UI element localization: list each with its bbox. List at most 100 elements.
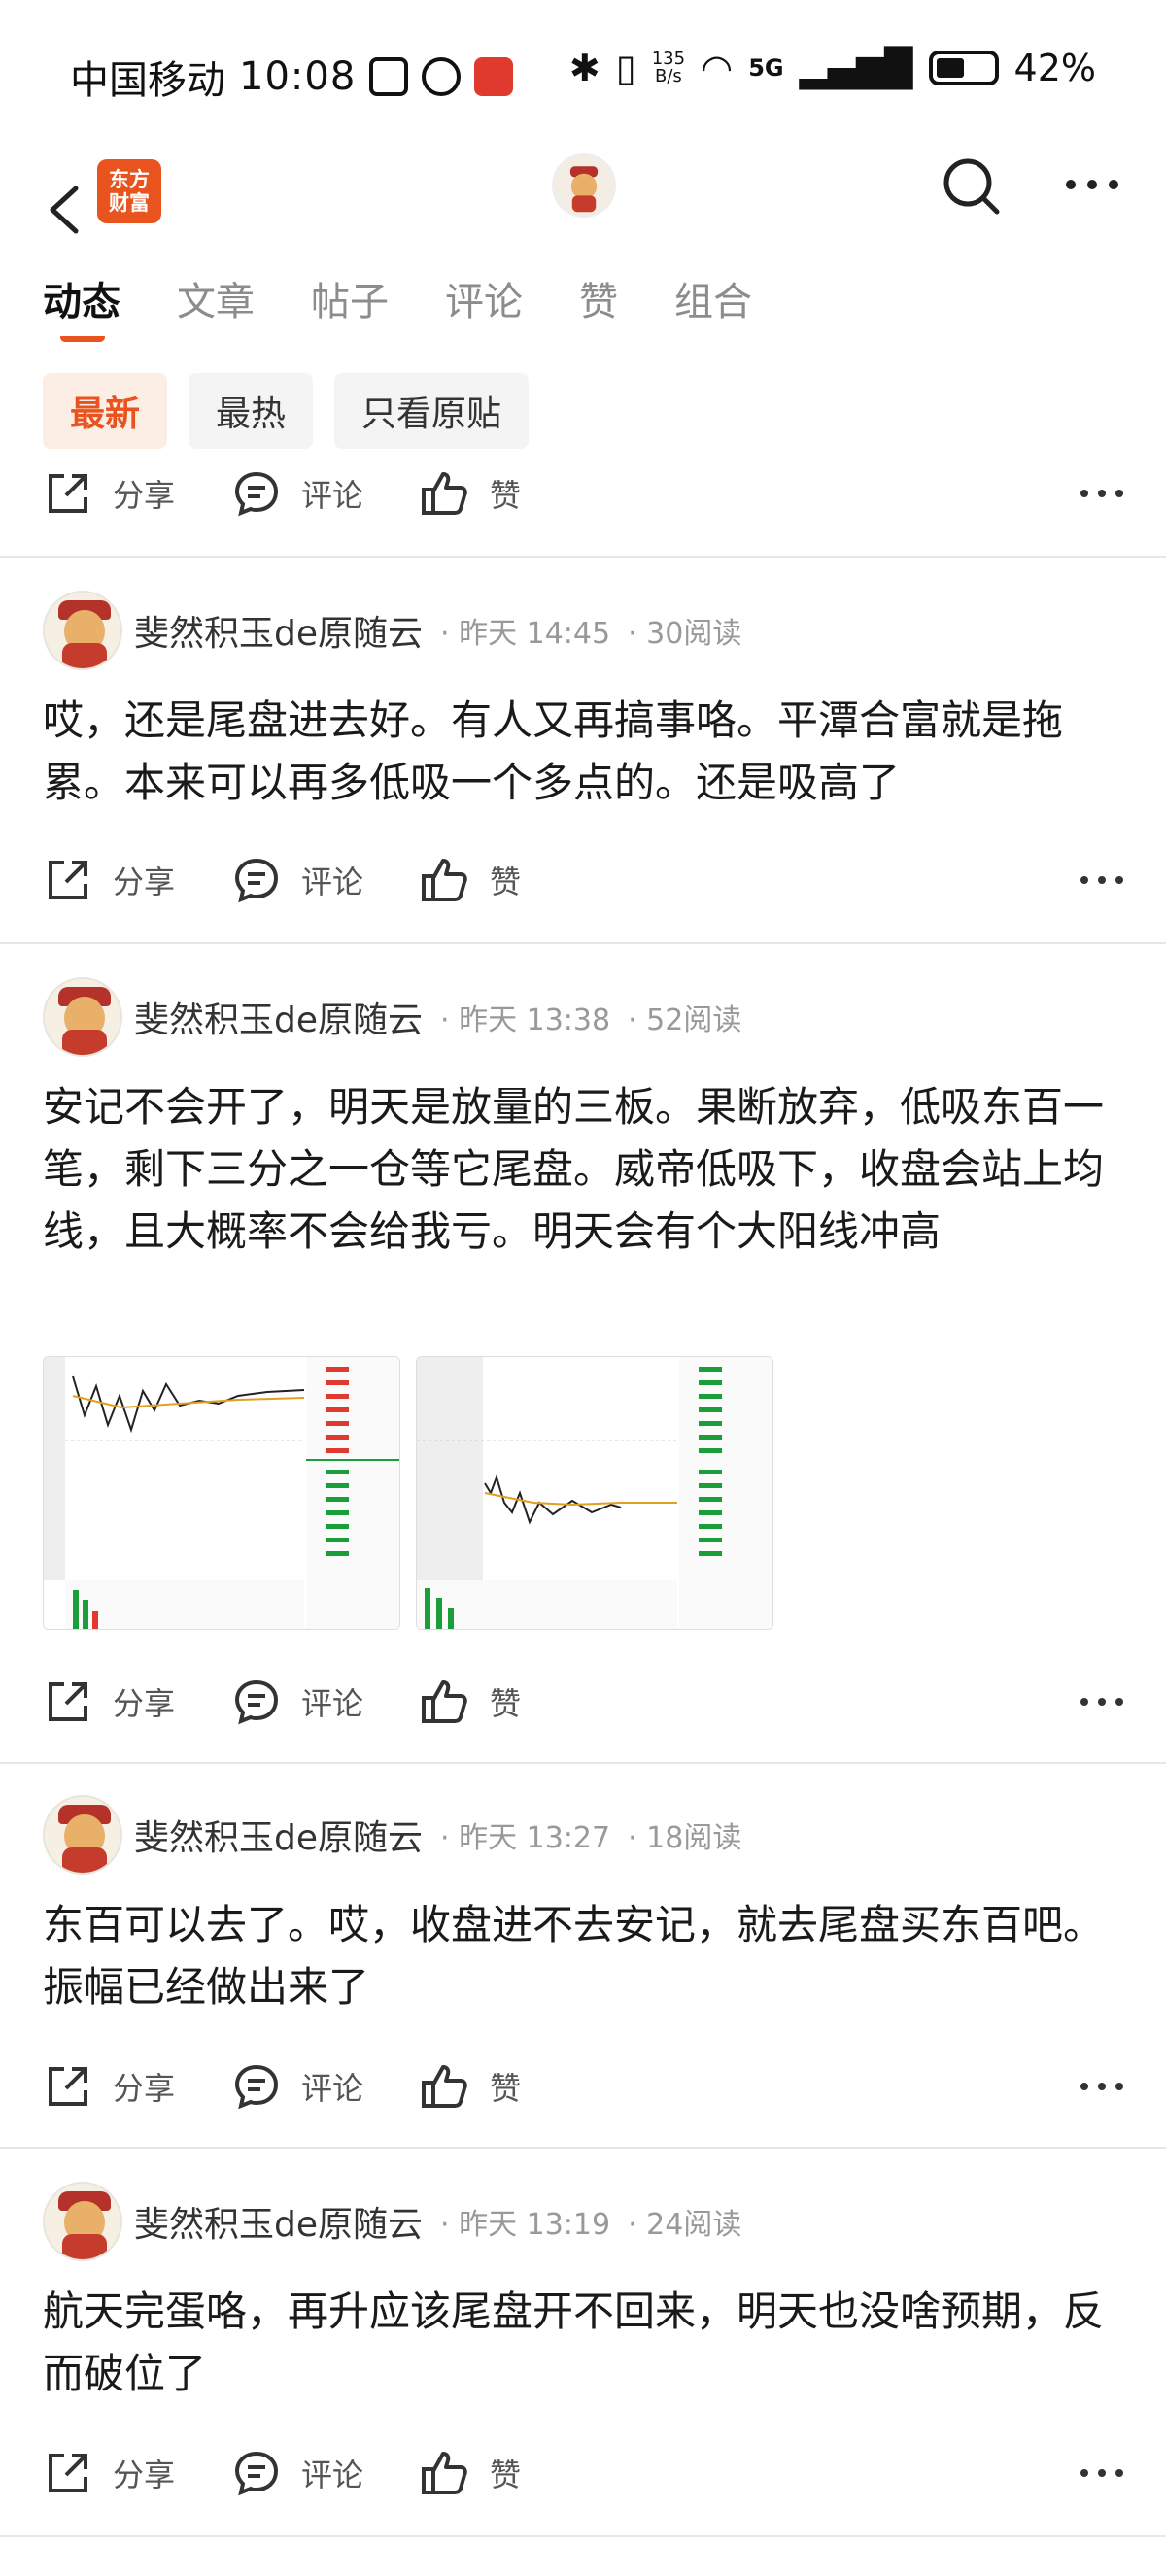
stock-chart-thumbnail[interactable] [43,1356,400,1630]
thumbs-up-icon [422,1680,467,1723]
active-tab-indicator [60,332,105,342]
post-content[interactable]: 安记不会开了，明天是放量的三板。果断放弃，低吸东百一笔，剩下三分之一仓等它尾盘。… [43,1076,1123,1263]
share-button[interactable]: 分享 [43,468,175,519]
tab-articles[interactable]: 文章 [177,270,255,326]
back-icon[interactable] [43,183,91,237]
post-time: · 昨天 13:19 [440,2208,611,2242]
author-avatar[interactable] [43,1795,122,1875]
filter-original-only[interactable]: 只看原贴 [334,373,530,449]
tab-comments[interactable]: 评论 [445,270,523,326]
battery-level: 42% [1013,47,1096,89]
comment-button[interactable]: 评论 [231,2448,363,2498]
app-header: 东方 财富 [0,146,1166,272]
tab-bar: 动态 文章 帖子 评论 赞 组合 [43,270,752,326]
vibrate-icon: ▯ [615,47,636,89]
wifi-icon: ◠ [701,47,734,89]
share-icon [49,2067,87,2106]
like-button[interactable]: 赞 [420,2448,521,2498]
comment-icon [235,858,279,903]
tab-activity[interactable]: 动态 [43,270,120,326]
post-meta: 斐然积玉de原随云 · 昨天 13:19 · 24阅读 [43,2180,741,2263]
post-meta: 斐然积玉de原随云 · 昨天 13:27 · 18阅读 [43,1793,741,1877]
post-meta: 斐然积玉de原随云 · 昨天 14:45 · 30阅读 [43,589,741,672]
post-more-icon[interactable] [1080,2083,1123,2090]
post-action-bar: 分享 评论 赞 [43,851,1123,909]
post-more-icon[interactable] [1080,1698,1123,1706]
post-time: · 昨天 13:27 [440,1821,611,1855]
comment-button[interactable]: 评论 [231,468,363,519]
tab-posts[interactable]: 帖子 [311,270,389,326]
post-action-bar: 分享 评论 赞 [43,1673,1123,1731]
divider [0,2147,1166,2149]
post-action-bar: 分享 评论 赞 [43,2057,1123,2116]
post-time: · 昨天 14:45 [440,617,611,651]
network-type: 5G [748,54,784,82]
author-avatar[interactable] [43,2182,122,2261]
post-time: · 昨天 13:38 [440,1003,611,1037]
post-more-icon[interactable] [1080,876,1123,884]
tab-likes[interactable]: 赞 [579,270,618,326]
like-button[interactable]: 赞 [420,2061,521,2112]
author-avatar[interactable] [43,591,122,670]
share-button[interactable]: 分享 [43,2061,175,2112]
clock: 10:08 [239,54,357,99]
comment-icon [235,471,279,517]
signal-icon: ▂▄▆█ [799,47,913,89]
app-notification-icon [474,57,514,96]
share-button[interactable]: 分享 [43,1677,175,1727]
post-content[interactable]: 航天完蛋咯，再升应该尾盘开不回来，明天也没啥预期，反而破位了 [43,2281,1123,2405]
filter-hottest[interactable]: 最热 [189,373,314,449]
author-name[interactable]: 斐然积玉de原随云 [134,992,423,1042]
share-icon [49,861,87,899]
comment-button[interactable]: 评论 [231,1677,363,1727]
bluetooth-icon: ✱ [568,47,600,89]
author-name[interactable]: 斐然积玉de原随云 [134,2196,423,2247]
post-more-icon[interactable] [1080,2469,1123,2477]
comment-icon [235,1679,279,1725]
post-action-bar: 分享 评论 赞 [43,2444,1123,2502]
divider [0,1762,1166,1764]
share-button[interactable]: 分享 [43,2448,175,2498]
nfc-icon [369,57,409,96]
author-name[interactable]: 斐然积玉de原随云 [134,1810,423,1860]
carrier-label: 中国移动 [70,58,225,103]
filter-chips: 最新 最热 只看原贴 [43,373,530,449]
comment-button[interactable]: 评论 [231,855,363,905]
alarm-icon [422,57,462,96]
share-icon [49,2454,87,2492]
battery-icon [928,51,999,85]
post-content[interactable]: 东百可以去了。哎，收盘进不去安记，就去尾盘买东百吧。振幅已经做出来了 [43,1894,1123,2018]
comment-icon [235,2064,279,2110]
user-avatar[interactable] [552,153,616,218]
share-icon [49,474,87,513]
more-options-icon[interactable] [1061,165,1123,204]
stock-chart-thumbnail[interactable] [416,1356,773,1630]
post-reads: · 18阅读 [628,1821,742,1855]
net-speed: 135 B/s [651,49,686,86]
comment-button[interactable]: 评论 [231,2061,363,2112]
thumbs-up-icon [422,472,467,515]
divider [0,942,1166,944]
post-images [43,1356,773,1630]
share-icon [49,1682,87,1721]
post-reads: · 30阅读 [628,617,742,651]
author-name[interactable]: 斐然积玉de原随云 [134,605,423,656]
comment-icon [235,2451,279,2496]
search-icon[interactable] [939,153,1003,218]
like-button[interactable]: 赞 [420,855,521,905]
post-reads: · 24阅读 [628,2208,742,2242]
post-reads: · 52阅读 [628,1003,742,1037]
divider [0,556,1166,558]
like-button[interactable]: 赞 [420,1677,521,1727]
post-more-icon[interactable] [1080,490,1123,497]
filter-latest[interactable]: 最新 [43,373,168,449]
tab-portfolios[interactable]: 组合 [674,270,752,326]
post-meta: 斐然积玉de原随云 · 昨天 13:38 · 52阅读 [43,975,741,1059]
post-content[interactable]: 哎，还是尾盘进去好。有人又再搞事咯。平潭合富就是拖累。本来可以再多低吸一个多点的… [43,690,1123,814]
like-button[interactable]: 赞 [420,468,521,519]
status-bar: 中国移动 10:08 ✱ ▯ 135 B/s ◠ 5G ▂▄▆█ 42% [0,0,1166,146]
thumbs-up-icon [422,859,467,901]
brand-logo[interactable]: 东方 财富 [97,159,161,223]
share-button[interactable]: 分享 [43,855,175,905]
author-avatar[interactable] [43,977,122,1057]
